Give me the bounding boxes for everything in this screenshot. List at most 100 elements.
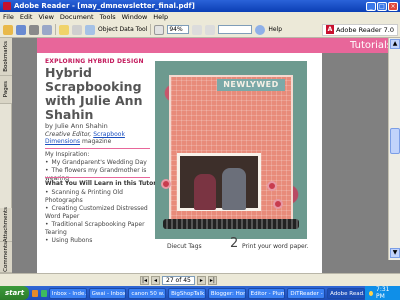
windows-taskbar: start Inbox - Inde... Gwai - Inbox... ca… xyxy=(0,286,400,300)
menu-edit[interactable]: Edit xyxy=(20,13,33,21)
learn-list: Scanning & Printing Old Photographs Crea… xyxy=(45,189,155,245)
window-controls: _ □ × xyxy=(366,1,398,11)
menu-view[interactable]: View xyxy=(38,13,53,21)
tray-icon[interactable] xyxy=(368,290,373,296)
menu-bar: File Edit View Document Tools Window Hel… xyxy=(0,12,400,22)
tab-bookmarks[interactable]: Bookmarks xyxy=(0,38,12,76)
window-title: Adobe Reader - [may_dmnewsletter_final.p… xyxy=(14,2,195,10)
tab-attachments[interactable]: Attachments xyxy=(0,206,12,243)
tab-pages-label: Pages xyxy=(3,81,9,98)
editor-suffix: magazine xyxy=(81,138,112,145)
quicklaunch-icon[interactable] xyxy=(40,289,47,297)
document-viewer[interactable]: Tutorials EXPLORING HYBRID DESIGN Hybrid… xyxy=(12,38,400,273)
paper-flower xyxy=(273,199,283,209)
taskbar-item[interactable]: Editor - Plum... xyxy=(247,287,286,299)
pdf-page: Tutorials EXPLORING HYBRID DESIGN Hybrid… xyxy=(37,38,400,273)
window-titlebar: Adobe Reader - [may_dmnewsletter_final.p… xyxy=(0,0,400,12)
layout-title: NEWLYWED xyxy=(217,79,285,91)
vertical-scrollbar[interactable]: ▲ ▼ xyxy=(388,38,400,260)
paper-flower xyxy=(267,181,277,191)
zoom-level-field[interactable]: 94% xyxy=(167,25,190,34)
taskbar-item[interactable]: Gwai - Inbox... xyxy=(88,287,127,299)
editor-title: Creative Editor, xyxy=(45,131,92,138)
list-item: Creating Customized Distressed Word Pape… xyxy=(45,205,155,221)
groom-figure xyxy=(222,168,246,210)
photo-caption: Diecut Tags xyxy=(167,243,202,250)
section-banner: Tutorials xyxy=(37,38,400,53)
minimize-button[interactable]: _ xyxy=(366,1,376,11)
taskbar-item[interactable]: Inbox - Inde... xyxy=(48,287,87,299)
list-item: My Grandparent's Wedding Day xyxy=(45,159,155,167)
close-button[interactable]: × xyxy=(388,1,398,11)
open-folder-icon[interactable] xyxy=(3,24,13,35)
menu-document[interactable]: Document xyxy=(60,13,94,21)
adobe-reader-brand: A Adobe Reader 7.0 xyxy=(321,23,398,36)
taskbar-item[interactable]: Blogger: Hor... xyxy=(207,287,246,299)
tab-pages[interactable]: Pages xyxy=(0,76,12,104)
last-page-icon[interactable]: ▸| xyxy=(207,275,217,285)
tab-bookmarks-label: Bookmarks xyxy=(3,41,9,72)
adobe-logo-icon: A xyxy=(325,25,334,34)
divider xyxy=(45,177,150,178)
taskbar-item[interactable]: canon 50 w... xyxy=(128,287,167,299)
taskbar-item-active[interactable]: Adobe Read... xyxy=(327,287,365,299)
toolbar-divider xyxy=(150,24,152,35)
author-credit: Creative Editor, Scrapbook Dimensions ma… xyxy=(45,131,155,145)
clock: 7:31 PM xyxy=(376,286,390,300)
lace-border xyxy=(163,219,299,229)
tab-comments[interactable]: Comments xyxy=(0,242,12,273)
first-page-icon[interactable]: |◂ xyxy=(140,275,149,285)
next-page-icon[interactable]: ▸ xyxy=(196,275,206,285)
email-icon[interactable] xyxy=(42,24,52,35)
object-data-tool-label[interactable]: Object Data Tool xyxy=(98,26,147,33)
help-icon[interactable] xyxy=(255,24,266,35)
adobe-brand-text: Adobe Reader 7.0 xyxy=(335,25,394,34)
start-button[interactable]: start xyxy=(0,286,30,300)
search-input[interactable] xyxy=(218,25,253,34)
maximize-button[interactable]: □ xyxy=(377,1,387,11)
article-byline: by Julie Ann Shahin xyxy=(45,122,108,130)
save-icon[interactable] xyxy=(16,24,26,35)
previous-page-icon[interactable]: ◂ xyxy=(151,275,160,285)
toolbar: Object Data Tool 94% Help A Adobe Reader… xyxy=(0,22,400,38)
taskbar-item[interactable]: DiTReader - ... xyxy=(287,287,326,299)
scrapbook-layout-photo: NEWLYWED xyxy=(155,61,307,239)
step-caption: Print your word paper. xyxy=(242,243,309,250)
article-headline: Hybrid Scrapbooking with Julie Ann Shahi… xyxy=(45,65,143,122)
help-label[interactable]: Help xyxy=(268,26,282,33)
tab-attachments-label: Attachments xyxy=(3,206,9,243)
select-text-icon[interactable] xyxy=(72,24,82,35)
rotate-icon[interactable] xyxy=(205,24,216,35)
article-kicker: EXPLORING HYBRID DESIGN xyxy=(45,58,144,65)
learn-heading: What You Will Learn in this Tutorial: xyxy=(45,180,167,187)
menu-help[interactable]: Help xyxy=(153,13,168,21)
bride-figure xyxy=(194,174,216,210)
paper-flower xyxy=(161,179,171,189)
system-tray: 7:31 PM xyxy=(364,286,400,300)
scroll-up-icon[interactable]: ▲ xyxy=(390,39,400,49)
object-data-tool-icon[interactable] xyxy=(85,24,95,35)
tab-comments-label: Comments xyxy=(3,242,9,272)
taskbar-item[interactable]: BigShopTalk... xyxy=(168,287,206,299)
section-title: Tutorials xyxy=(350,40,392,51)
divider xyxy=(45,148,150,149)
inspiration-heading: My Inspiration: xyxy=(45,151,90,158)
zoom-in-icon[interactable] xyxy=(154,24,165,35)
wedding-photo xyxy=(177,153,261,211)
list-item: Using Rubons xyxy=(45,237,155,245)
adobe-reader-app-icon xyxy=(3,2,11,10)
menu-window[interactable]: Window xyxy=(122,13,148,21)
scrollbar-thumb[interactable] xyxy=(390,128,400,154)
step-number: 2 xyxy=(230,236,239,251)
fit-page-icon[interactable] xyxy=(192,24,203,35)
hand-tool-icon[interactable] xyxy=(59,24,69,35)
navigation-pane-tabs: Bookmarks Pages Attachments Comments xyxy=(0,38,12,273)
menu-tools[interactable]: Tools xyxy=(100,13,116,21)
list-item: Scanning & Printing Old Photographs xyxy=(45,189,155,205)
menu-file[interactable]: File xyxy=(3,13,14,21)
toolbar-divider xyxy=(55,24,56,35)
page-number-field[interactable]: 27 of 45 xyxy=(162,275,195,285)
print-icon[interactable] xyxy=(29,24,39,35)
quicklaunch-icon[interactable] xyxy=(32,289,38,297)
scroll-down-icon[interactable]: ▼ xyxy=(390,248,400,258)
